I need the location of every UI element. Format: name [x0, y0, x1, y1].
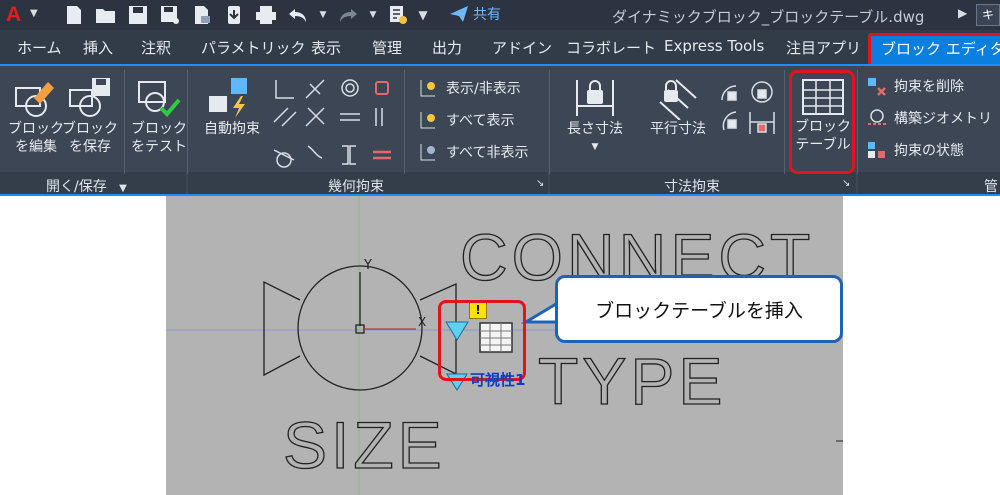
block-drawing: Y X CONNECT TYPE SIZE	[166, 196, 843, 495]
visibility-state-label[interactable]: 可視性1	[470, 369, 525, 390]
x-axis-label: X	[418, 315, 426, 329]
callout-box: ブロックテーブルを挿入	[555, 275, 843, 343]
text-size: SIZE	[283, 408, 446, 482]
callout-tail	[520, 302, 557, 324]
y-axis-label: Y	[363, 258, 372, 273]
callout-text: ブロックテーブルを挿入	[595, 299, 803, 322]
origin-marker	[355, 324, 365, 334]
text-type: TYPE	[538, 344, 726, 418]
left-wing	[263, 280, 301, 377]
